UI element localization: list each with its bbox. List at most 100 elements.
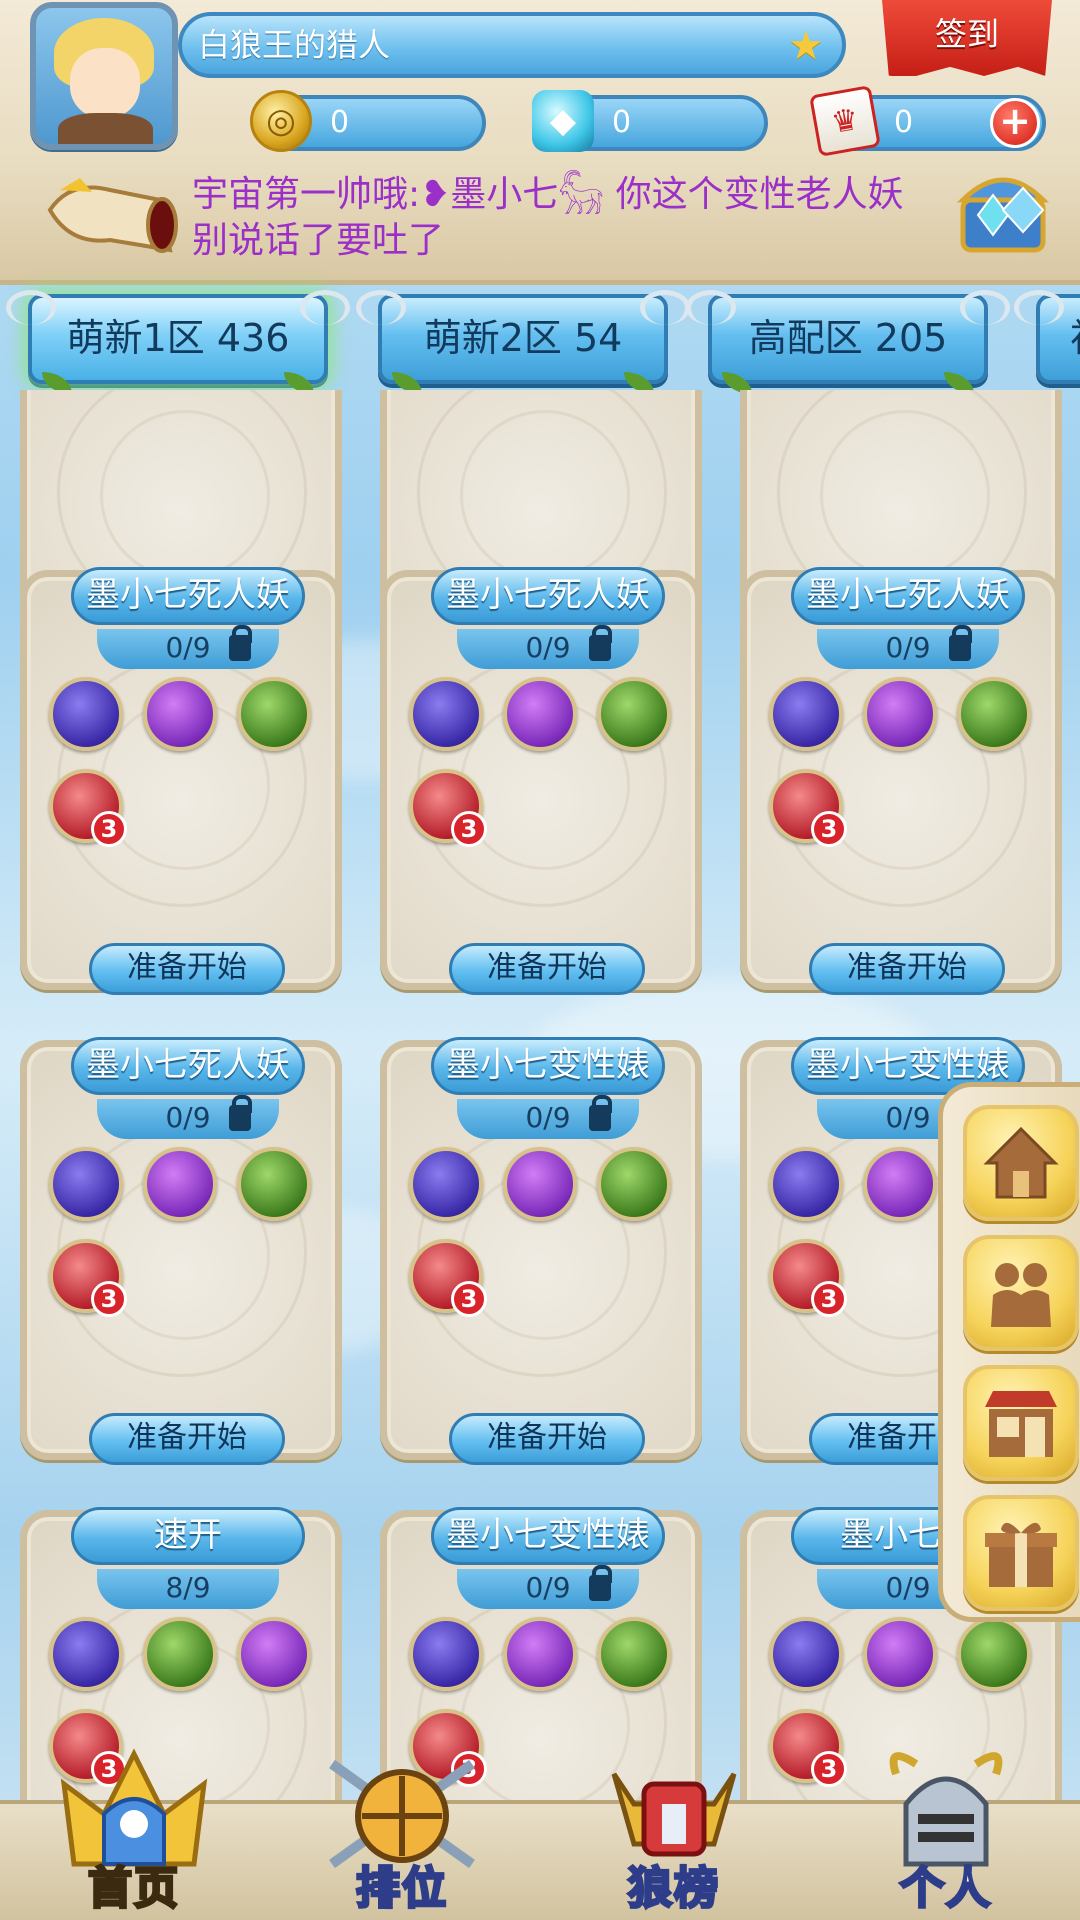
broadcast-message[interactable]: 宇宙第一帅哦:❥墨小七𓃵 你这个变性老人妖 别说话了要吐了 (192, 172, 952, 264)
room-title: 墨小七死人妖 (71, 1037, 305, 1095)
role-green-icon (957, 677, 1031, 751)
role-blue-icon (769, 1147, 843, 1221)
role-blue-icon (769, 1617, 843, 1691)
room-player-count: 0/9 (817, 625, 999, 669)
room-card[interactable]: 墨小七死人妖 0/9 3 准备开始 (20, 1037, 342, 1465)
role-blue-icon (409, 677, 483, 751)
role-blue-icon (49, 677, 123, 751)
role-green-icon (957, 1617, 1031, 1691)
ready-start-button[interactable]: 准备开始 (809, 943, 1005, 995)
role-purple-icon (503, 1617, 577, 1691)
star-icon: ★ (788, 23, 824, 69)
player-avatar[interactable] (30, 2, 178, 150)
tab-zone-4[interactable]: 初 (1014, 290, 1080, 384)
role-blue-icon (769, 677, 843, 751)
room-count-value: 0/9 (885, 1101, 931, 1134)
add-icon[interactable]: + (990, 98, 1040, 148)
tab-zone-2[interactable]: 萌新2区 54 (356, 290, 690, 394)
room-title: 墨小七变性婊 (431, 1507, 665, 1565)
role-count-badge: 3 (451, 1281, 487, 1317)
room-player-count: 0/9 (97, 1095, 279, 1139)
room-title: 墨小七变性婊 (431, 1037, 665, 1095)
lock-icon (589, 1095, 612, 1131)
room-player-count: 8/9 (97, 1569, 279, 1609)
role-green-icon (597, 1617, 671, 1691)
tab-label: 萌新2区 54 (423, 316, 623, 360)
signin-button[interactable]: 签到 (882, 0, 1052, 76)
lock-icon (229, 1095, 252, 1131)
role-purple-icon (503, 677, 577, 751)
tab-label: 萌新1区 436 (66, 316, 290, 360)
bottom-nav: 首页 排位 狼榜 个人 (0, 1748, 1080, 1920)
lock-icon (949, 625, 972, 661)
role-red-icon: 3 (769, 1709, 847, 1787)
nav-profile[interactable]: 个人 (846, 1744, 1046, 1920)
nav-ranked[interactable]: 排位 (302, 1744, 502, 1920)
lock-icon (229, 625, 252, 661)
shop-button[interactable] (963, 1365, 1079, 1481)
nav-home[interactable]: 首页 (34, 1744, 234, 1920)
tab-high-config[interactable]: 高配区 205 (686, 290, 1010, 394)
ready-start-button[interactable]: 准备开始 (449, 1413, 645, 1465)
gift-button[interactable] (963, 1495, 1079, 1611)
nav-label-profile: 个人 (899, 1862, 992, 1916)
role-count-badge: 3 (451, 811, 487, 847)
room-title: 速开 (71, 1507, 305, 1565)
player-name: 白狼王的猎人 (198, 26, 391, 64)
house-icon (983, 1126, 1059, 1199)
treasure-chest-icon[interactable] (948, 160, 1058, 260)
role-count-badge: 3 (91, 1281, 127, 1317)
room-title: 墨小七死人妖 (431, 567, 665, 625)
role-red-icon: 3 (769, 1239, 847, 1317)
gold-value: 0 (330, 105, 350, 140)
room-count-value: 0/9 (885, 1571, 931, 1604)
broadcast-line-1: 宇宙第一帅哦:❥墨小七𓃵 你这个变性老人妖 (192, 174, 904, 215)
room-grid: 准备开始准备开始准备开始墨小七死人妖0/93准备开始墨小七死人妖0/93准备开始… (0, 390, 1080, 1800)
room-card[interactable]: 墨小七死人妖 0/9 3 准备开始 (380, 567, 702, 995)
room-player-count: 0/9 (97, 625, 279, 669)
role-blue-icon (409, 1147, 483, 1221)
room-card[interactable]: 墨小七死人妖 0/9 3 准备开始 (740, 567, 1062, 995)
role-count-badge: 3 (811, 1281, 847, 1317)
ready-start-button[interactable]: 准备开始 (89, 943, 285, 995)
room-player-count: 0/9 (457, 1565, 639, 1609)
friends-icon (991, 1263, 1051, 1327)
friends-button[interactable] (963, 1235, 1079, 1351)
role-red-icon: 3 (49, 1239, 127, 1317)
role-purple-icon (143, 677, 217, 751)
gold-coin-icon: ◎ (250, 90, 312, 152)
side-menu (938, 1082, 1080, 1622)
nav-label-ranked: 排位 (355, 1862, 448, 1916)
house-button[interactable] (963, 1105, 1079, 1221)
gift-icon (985, 1522, 1057, 1587)
role-green-icon (143, 1617, 217, 1691)
ready-start-button[interactable]: 准备开始 (449, 943, 645, 995)
role-red-icon: 3 (409, 1239, 487, 1317)
room-count-value: 0/9 (525, 1101, 571, 1134)
nav-label-leaderboard: 狼榜 (627, 1862, 720, 1916)
role-blue-icon (49, 1147, 123, 1221)
role-red-icon: 3 (409, 769, 487, 847)
role-green-icon (597, 1147, 671, 1221)
ready-start-button[interactable]: 准备开始 (89, 1413, 285, 1465)
player-name-bar[interactable]: 白狼王的猎人 ★ (178, 12, 846, 78)
tab-label: 初 (1070, 316, 1080, 360)
role-purple-icon (237, 1617, 311, 1691)
role-green-icon (237, 1147, 311, 1221)
room-player-count: 0/9 (457, 1095, 639, 1139)
role-red-icon: 3 (769, 769, 847, 847)
role-purple-icon (143, 1147, 217, 1221)
tab-zone-1[interactable]: 萌新1区 436 (6, 290, 350, 394)
horn-icon (47, 178, 178, 253)
room-count-value: 8/9 (165, 1571, 211, 1604)
role-count-badge: 3 (811, 1751, 847, 1787)
room-card[interactable]: 墨小七变性婊 0/9 3 准备开始 (380, 1037, 702, 1465)
room-card[interactable]: 墨小七死人妖 0/9 3 准备开始 (20, 567, 342, 995)
role-red-icon: 3 (49, 769, 127, 847)
room-count-value: 0/9 (165, 1101, 211, 1134)
room-count-value: 0/9 (525, 1571, 571, 1604)
room-player-count: 0/9 (457, 625, 639, 669)
role-purple-icon (863, 677, 937, 751)
nav-leaderboard[interactable]: 狼榜 (574, 1744, 774, 1920)
card-icon: ♛ (809, 85, 881, 157)
